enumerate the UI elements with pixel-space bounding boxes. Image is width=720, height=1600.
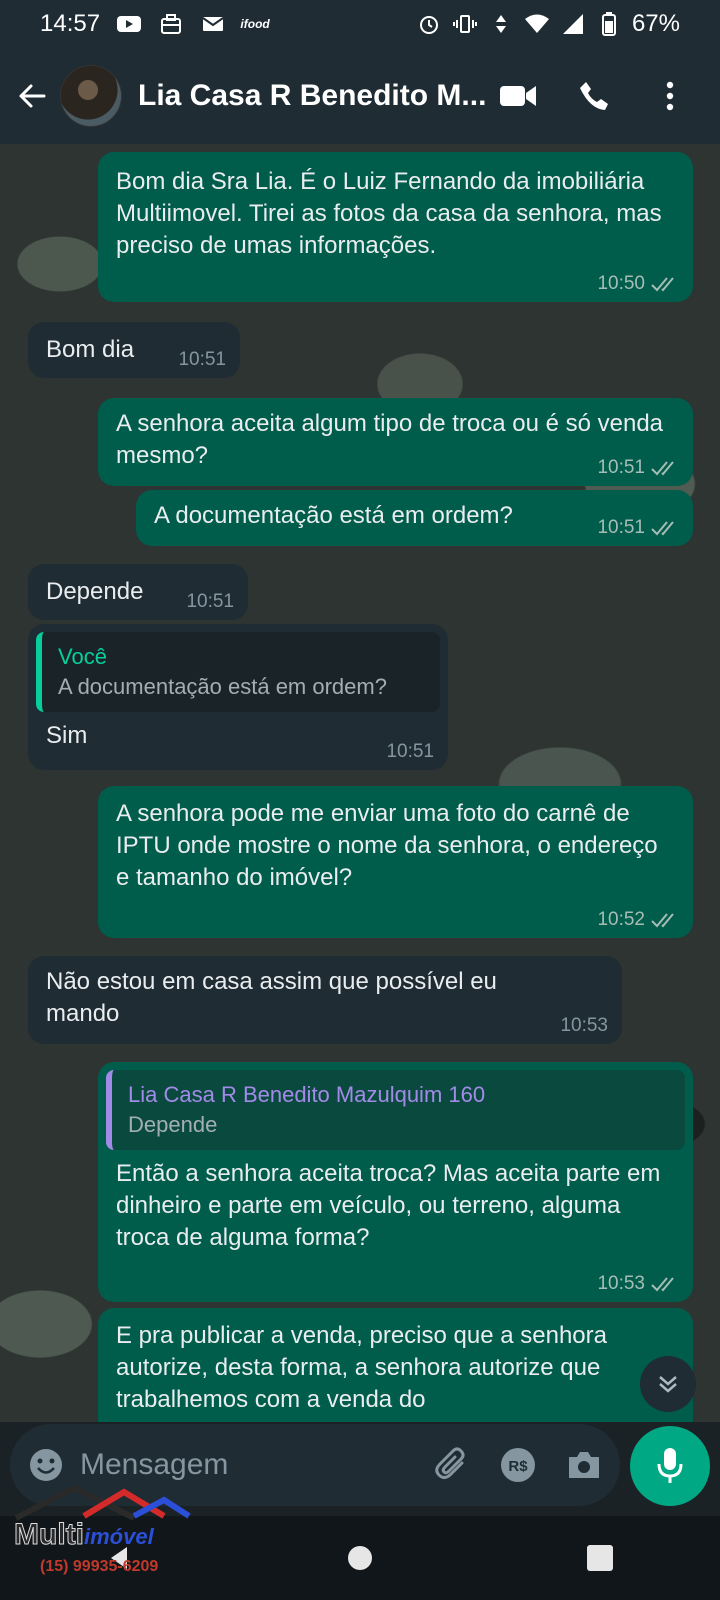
message-meta: 10:51 (597, 518, 679, 538)
chat-area[interactable]: Bom dia Sra Lia. É o Luiz Fernando da im… (0, 144, 720, 1422)
message-text: Então a senhora aceita troca? Mas aceita… (116, 1160, 661, 1251)
video-call-icon (500, 86, 536, 106)
currency-real-icon: R$ (501, 1448, 535, 1482)
nav-recents-button[interactable] (586, 1545, 613, 1571)
more-options-button[interactable] (650, 76, 690, 116)
ifood-icon: ifood (240, 17, 270, 31)
watermark-brand-part1: Multi (14, 1518, 85, 1552)
message-meta: 10:51 (186, 592, 234, 612)
quoted-text: A documentação está em ordem? (58, 674, 387, 699)
back-button[interactable] (12, 76, 52, 116)
message-meta: 10:51 (386, 742, 434, 762)
message-text: E pra publicar a venda, preciso que a se… (116, 1322, 607, 1413)
back-arrow-icon (19, 84, 46, 108)
alarm-icon (416, 11, 442, 37)
svg-text:R$: R$ (508, 1458, 528, 1475)
double-check-icon (651, 521, 674, 536)
message-time: 10:51 (186, 591, 234, 612)
message-meta: 10:50 (597, 274, 679, 294)
message-text: Bom dia Sra Lia. É o Luiz Fernando da im… (116, 168, 662, 259)
mail-icon (200, 11, 226, 37)
message-meta: 10:52 (597, 910, 679, 930)
message-time: 10:52 (597, 909, 645, 930)
double-check-icon (651, 461, 674, 476)
status-bar: 14:57 ifood 67% (0, 0, 720, 48)
double-check-icon (651, 1277, 674, 1292)
voice-record-button[interactable] (630, 1426, 710, 1506)
status-time: 14:57 (40, 10, 101, 37)
quoted-message[interactable]: Você A documentação está em ordem? (36, 632, 440, 712)
data-arrows-icon (488, 11, 514, 37)
message-time: 10:51 (386, 741, 434, 762)
camera-icon (569, 1452, 599, 1478)
message-text: Não estou em casa assim que possível eu … (46, 968, 497, 1027)
double-chevron-down-icon (659, 1376, 677, 1393)
contact-avatar[interactable] (60, 65, 122, 127)
battery-icon (596, 11, 622, 37)
message-time: 10:51 (178, 349, 226, 370)
double-check-icon (651, 913, 674, 928)
phone-icon (580, 82, 608, 110)
quoted-message[interactable]: Lia Casa R Benedito Mazulquim 160 Depend… (106, 1070, 685, 1150)
attach-button[interactable] (434, 1447, 470, 1483)
youtube-icon (116, 11, 142, 37)
message-incoming[interactable]: Depende 10:51 (28, 564, 248, 620)
video-call-button[interactable] (498, 76, 538, 116)
message-time: 10:51 (597, 457, 645, 478)
briefcase-icon (158, 11, 184, 37)
message-meta: 10:53 (560, 1016, 608, 1036)
paperclip-icon (435, 1447, 465, 1479)
message-text: A senhora pode me enviar uma foto do car… (116, 800, 658, 891)
microphone-icon (657, 1448, 683, 1483)
contact-name[interactable]: Lia Casa R Benedito M... (138, 79, 488, 113)
quoted-author: Lia Casa R Benedito Mazulquim 160 (128, 1082, 486, 1107)
double-check-icon (651, 277, 674, 292)
more-vert-icon (666, 81, 674, 111)
message-incoming[interactable]: Não estou em casa assim que possível eu … (28, 956, 622, 1044)
quoted-author: Você (58, 644, 107, 669)
multiimovel-watermark-logo: Multiimóvel (15) 99935-6209 (14, 1478, 194, 1588)
message-time: 10:50 (597, 273, 645, 294)
message-meta: 10:51 (597, 458, 679, 478)
message-incoming[interactable]: Você A documentação está em ordem? Sim 1… (28, 624, 448, 770)
message-text: A senhora aceita algum tipo de troca ou … (116, 410, 664, 469)
message-incoming[interactable]: Bom dia 10:51 (28, 322, 240, 378)
message-outgoing[interactable]: A documentação está em ordem? 10:51 (136, 490, 693, 546)
message-outgoing[interactable]: E pra publicar a venda, preciso que a se… (98, 1308, 693, 1422)
message-text: Sim (46, 722, 88, 749)
watermark-phone: (15) 99935-6209 (40, 1558, 159, 1575)
scroll-to-bottom-button[interactable] (640, 1356, 696, 1412)
message-outgoing[interactable]: A senhora pode me enviar uma foto do car… (98, 786, 693, 938)
wifi-icon (524, 11, 550, 37)
signal-icon (560, 11, 586, 37)
nav-home-button[interactable] (347, 1546, 372, 1570)
message-outgoing[interactable]: Lia Casa R Benedito Mazulquim 160 Depend… (98, 1062, 693, 1302)
message-input[interactable] (80, 1448, 380, 1482)
message-outgoing[interactable]: Bom dia Sra Lia. É o Luiz Fernando da im… (98, 152, 693, 302)
message-time: 10:53 (560, 1015, 608, 1036)
watermark-brand: Multiimóvel (14, 1518, 154, 1552)
watermark-brand-part2: imóvel (83, 1524, 154, 1549)
battery-percent: 67% (631, 10, 680, 37)
message-time: 10:53 (597, 1273, 645, 1294)
vibrate-icon (452, 11, 478, 37)
camera-button[interactable] (566, 1449, 602, 1481)
quoted-text: Depende (128, 1112, 218, 1137)
message-outgoing[interactable]: A senhora aceita algum tipo de troca ou … (98, 398, 693, 486)
chat-header: Lia Casa R Benedito M... (0, 48, 720, 144)
payment-button[interactable]: R$ (500, 1447, 536, 1483)
message-meta: 10:53 (597, 1274, 679, 1294)
message-meta: 10:51 (178, 350, 226, 370)
message-time: 10:51 (597, 517, 645, 538)
voice-call-button[interactable] (574, 76, 614, 116)
